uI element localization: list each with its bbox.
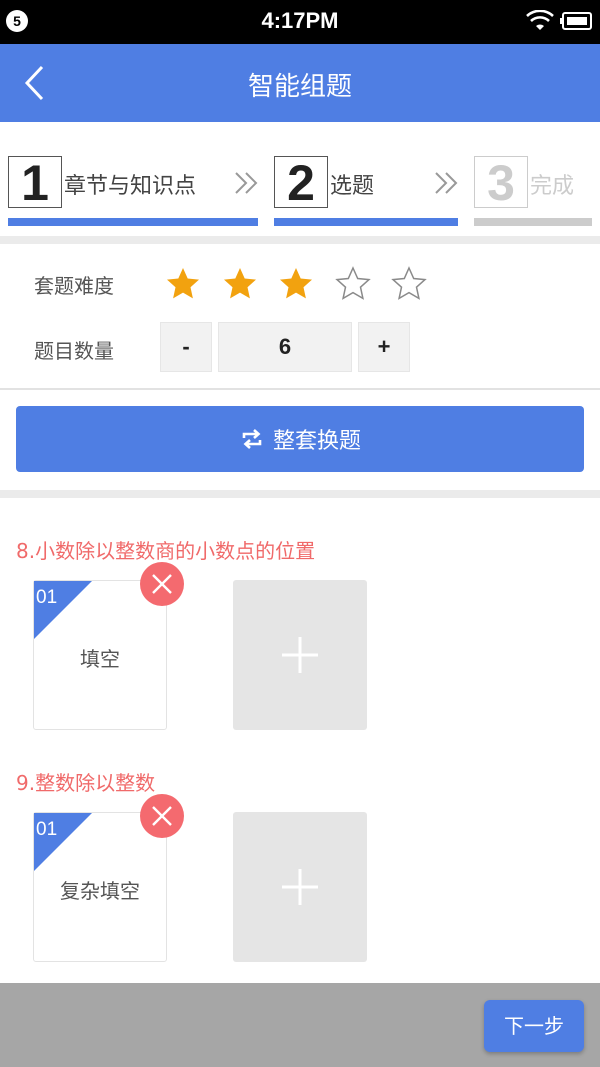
quantity-label: 题目数量 — [34, 339, 114, 363]
knowledge-point-title: 8.小数除以整数商的小数点的位置 — [16, 539, 316, 563]
section-divider — [0, 236, 600, 244]
status-bar: 5 4:17PM — [0, 0, 600, 44]
star-empty-icon[interactable] — [334, 266, 371, 302]
card-index: 01 — [36, 819, 58, 840]
remove-question-close-icon[interactable] — [140, 562, 184, 606]
wifi-icon — [526, 10, 554, 30]
step-3-number: 3 — [474, 156, 528, 209]
status-time: 4:17PM — [261, 8, 339, 33]
swap-all-questions-button[interactable]: 整套换题 — [16, 406, 584, 472]
add-question-button[interactable] — [233, 580, 367, 730]
step-3-label: 完成 — [530, 174, 575, 199]
step-1-label: 章节与知识点 — [64, 174, 197, 199]
step-2-number: 2 — [274, 156, 328, 209]
star-filled-icon[interactable] — [278, 266, 314, 302]
quantity-value: 6 — [218, 322, 352, 372]
knowledge-point-title: 9.整数除以整数 — [16, 771, 156, 795]
nav-bar: 智能组题 — [0, 44, 600, 122]
step-1-progress-bar — [8, 218, 258, 226]
difficulty-label: 套题难度 — [34, 274, 114, 298]
divider-line — [0, 388, 600, 390]
step-3-progress-bar — [474, 218, 592, 226]
quantity-minus-button[interactable]: - — [160, 322, 212, 372]
question-type-label: 填空 — [80, 647, 120, 671]
page-title: 智能组题 — [247, 72, 352, 102]
refresh-icon — [242, 429, 262, 449]
plus-icon — [282, 869, 318, 905]
step-chevron-icon — [235, 172, 258, 194]
card-index: 01 — [36, 587, 58, 608]
section-divider — [0, 490, 600, 498]
step-2-progress-bar — [274, 218, 458, 226]
step-indicator: 1 章节与知识点 2 选题 3 完成 — [0, 122, 600, 236]
question-type-label: 复杂填空 — [60, 879, 140, 903]
star-filled-icon[interactable] — [165, 266, 201, 302]
battery-icon — [560, 12, 592, 30]
step-2-label: 选题 — [330, 174, 375, 199]
add-question-button[interactable] — [233, 812, 367, 962]
star-filled-icon[interactable] — [222, 266, 258, 302]
plus-icon — [282, 637, 318, 673]
quantity-plus-button[interactable]: + — [358, 322, 410, 372]
next-step-button[interactable]: 下一步 — [484, 1000, 584, 1052]
step-chevron-icon — [435, 172, 458, 194]
close-icon — [152, 574, 172, 594]
swap-all-questions-label: 整套换题 — [272, 429, 361, 454]
step-1-number: 1 — [8, 156, 62, 209]
close-icon — [152, 806, 172, 826]
star-empty-icon[interactable] — [391, 266, 427, 302]
remove-question-close-icon[interactable] — [140, 794, 184, 838]
